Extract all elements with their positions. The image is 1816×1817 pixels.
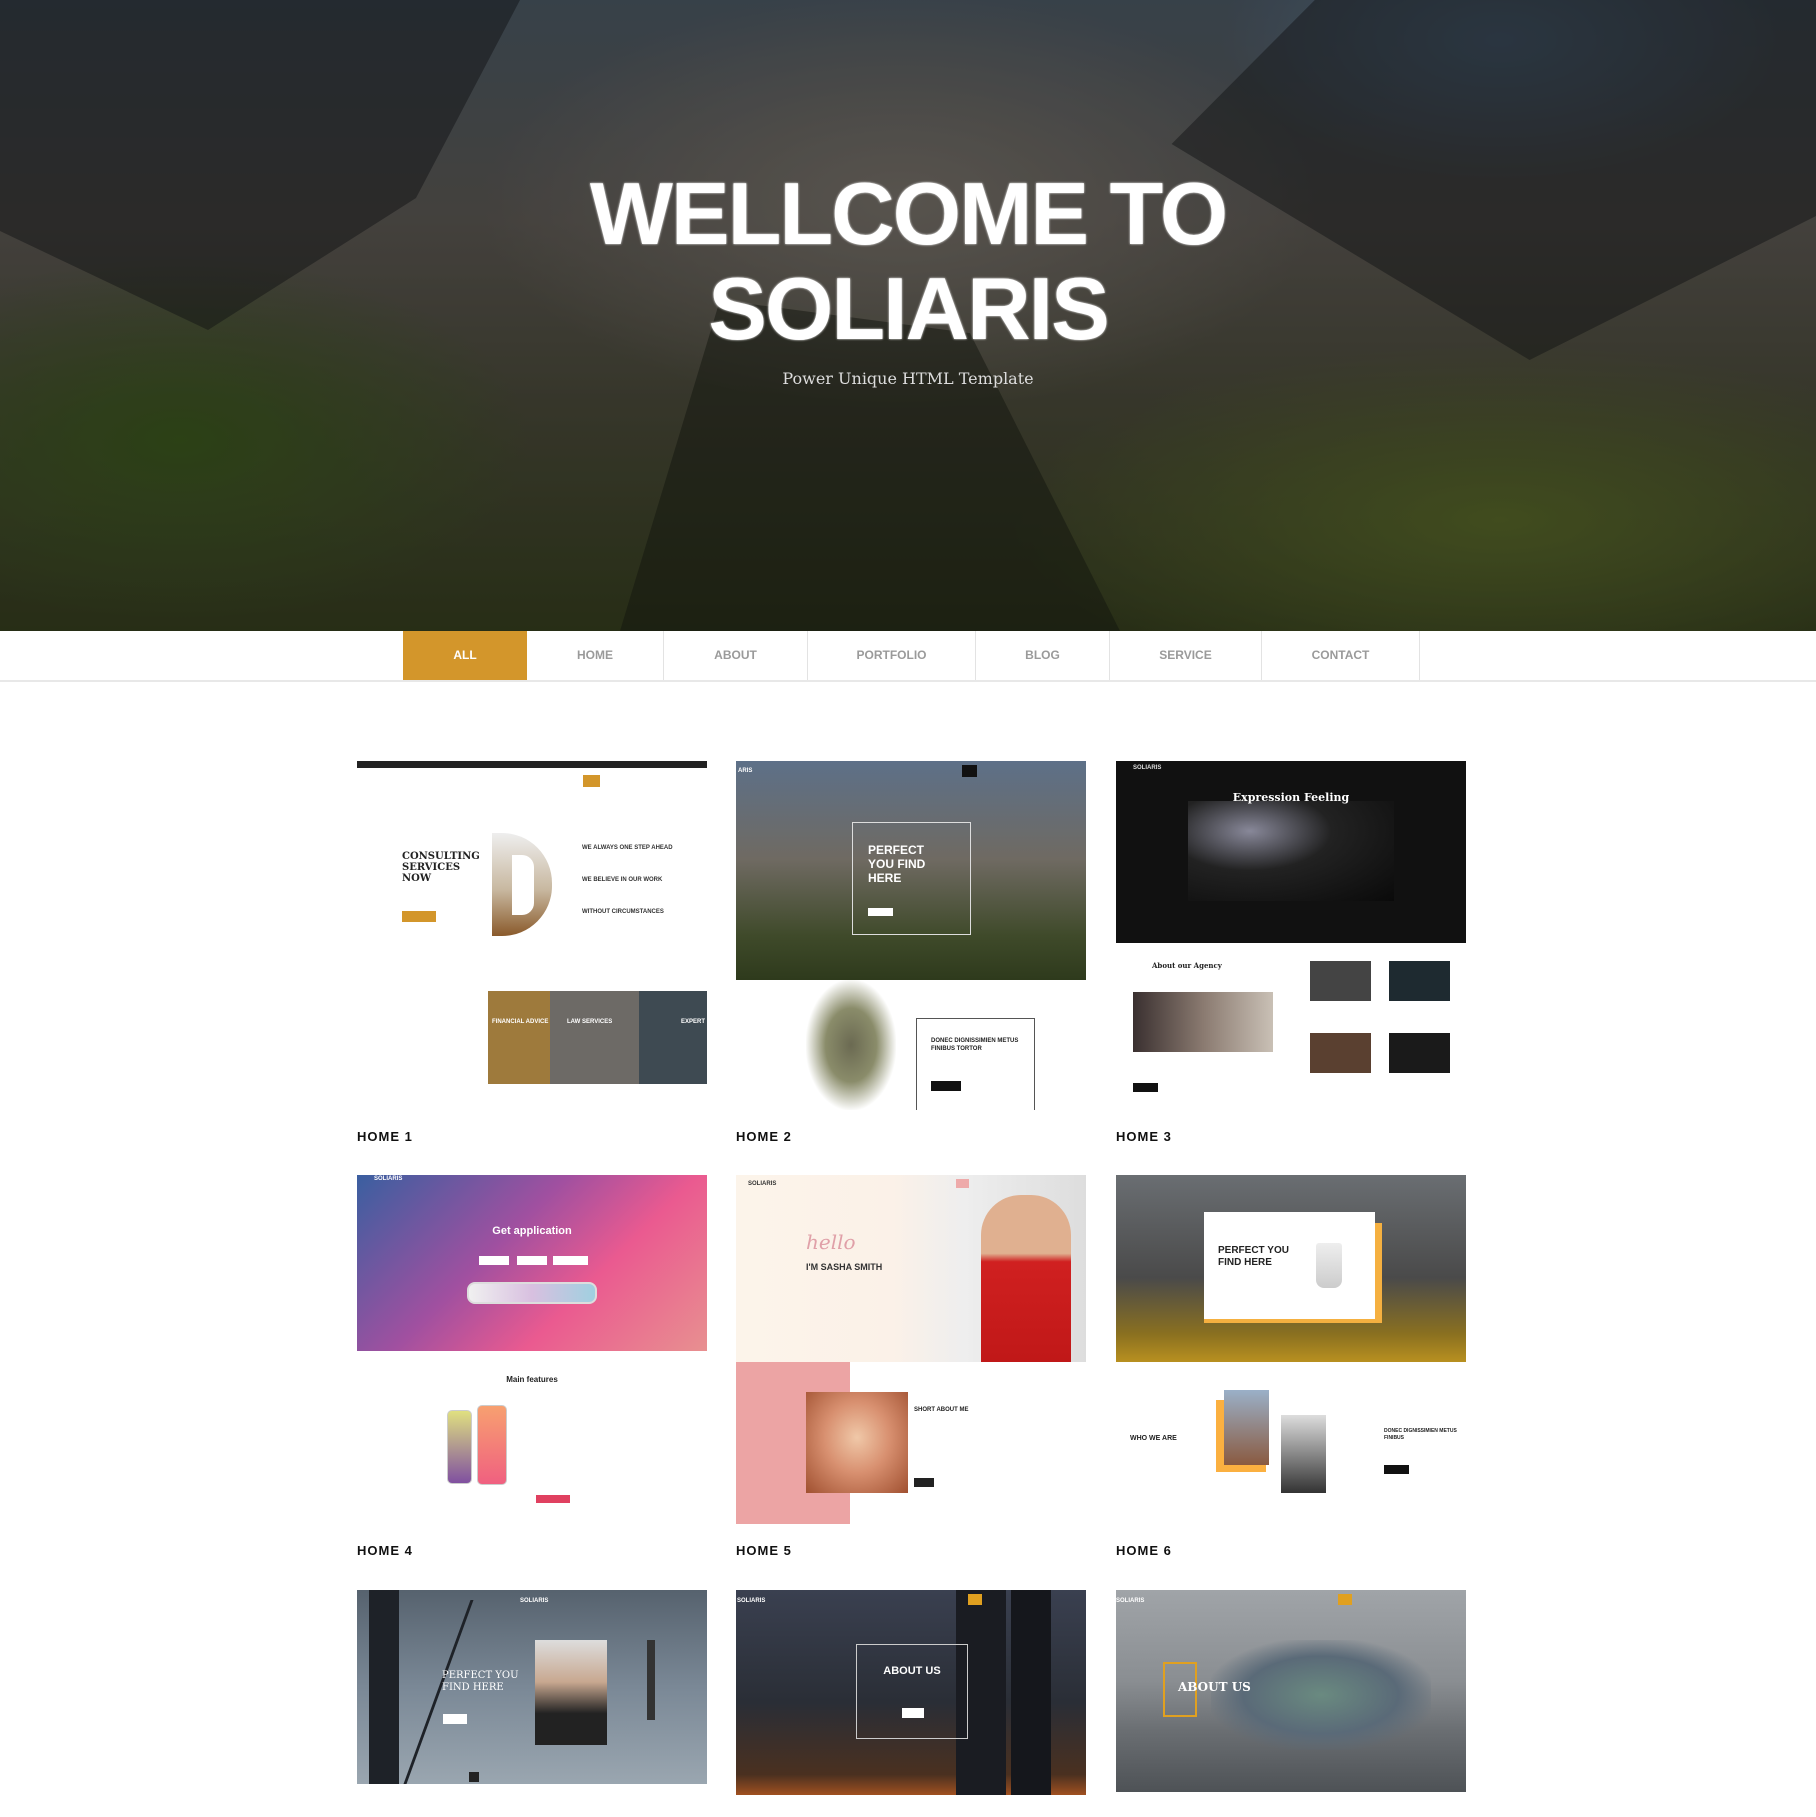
filter-service[interactable]: SERVICE — [1110, 631, 1262, 680]
thumb-heading: I'M SASHA SMITH — [806, 1262, 883, 1272]
thumb-brand: SOLIARIS — [374, 1176, 403, 1182]
thumb-feature: WITHOUT CIRCUMSTANCES — [582, 909, 664, 915]
thumb-subheading: WHO WE ARE — [1130, 1435, 1177, 1442]
hero-title-line2: SOLIARIS — [708, 259, 1110, 358]
thumb-brand: SOLIARIS — [520, 1598, 549, 1604]
demo-thumbnail[interactable]: SOLIARIS Expression Feeling About our Ag… — [1116, 761, 1466, 1110]
thumb-heading: ABOUT US — [883, 1665, 941, 1677]
demo-thumbnail[interactable]: SOLIARIS ABOUT US — [736, 1590, 1086, 1795]
demo-label[interactable]: HOME 1 — [357, 1129, 413, 1144]
demo-thumbnail[interactable]: SOLIARIS Get application Main features — [357, 1175, 707, 1524]
thumb-heading: Get application — [492, 1225, 572, 1237]
filter-all[interactable]: ALL — [403, 631, 527, 680]
thumb-subheading: SHORT ABOUT ME — [914, 1407, 969, 1413]
thumb-heading: CONSULTING SERVICES NOW — [402, 851, 480, 884]
hero-subtitle: Power Unique HTML Template — [782, 369, 1034, 388]
demo-thumbnail[interactable]: PERFECT YOU FIND HERE WHO WE ARE DONEC D… — [1116, 1175, 1466, 1524]
filter-home[interactable]: HOME — [527, 631, 664, 680]
thumb-panel-label: LAW SERVICES — [567, 1019, 613, 1025]
thumb-heading: ABOUT US — [1178, 1680, 1251, 1694]
thumb-heading: PERFECT YOU FIND HERE — [442, 1670, 519, 1693]
thumb-feature: WE BELIEVE IN OUR WORK — [582, 877, 663, 883]
filter-portfolio[interactable]: PORTFOLIO — [808, 631, 976, 680]
demo-label[interactable]: HOME 2 — [736, 1129, 792, 1144]
thumb-heading: PERFECT YOU FIND HERE — [868, 843, 926, 885]
demo-thumbnail[interactable]: SOLIARIS hello I'M SASHA SMITH SHORT ABO… — [736, 1175, 1086, 1524]
demo-label[interactable]: HOME 6 — [1116, 1543, 1172, 1558]
thumb-brand: SOLIARIS — [1116, 1598, 1145, 1604]
demo-thumbnail[interactable]: ARIS PERFECT YOU FIND HERE DONEC DIGNISS… — [736, 761, 1086, 1110]
thumb-brand: ARIS — [738, 768, 753, 774]
filter-blog[interactable]: BLOG — [976, 631, 1110, 680]
filter-nav: ALL HOME ABOUT PORTFOLIO BLOG SERVICE CO… — [0, 631, 1816, 682]
thumb-brand: SOLIARIS — [1133, 765, 1162, 771]
thumb-subheading: About our Agency — [1152, 961, 1222, 970]
thumb-subheading: DONEC DIGNISSIMIEN METUS FINIBUS TORTOR — [931, 1038, 1019, 1052]
filter-about[interactable]: ABOUT — [664, 631, 808, 680]
demo-thumbnail[interactable]: CONSULTING SERVICES NOW WE ALWAYS ONE ST… — [357, 761, 707, 1110]
thumb-heading: Expression Feeling — [1232, 791, 1350, 804]
thumb-panel-label: EXPERT — [681, 1019, 706, 1025]
demo-thumbnail[interactable]: SOLIARIS ABOUT US — [1116, 1590, 1466, 1792]
thumb-side-heading: DONEC DIGNISSIMIEN METUS FINIBUS — [1384, 1428, 1457, 1441]
thumb-heading: PERFECT YOU FIND HERE — [1218, 1245, 1289, 1268]
thumb-script: hello — [806, 1230, 856, 1254]
hero-title: WELLCOME TO SOLIARIS — [0, 166, 1816, 356]
filter-contact[interactable]: CONTACT — [1262, 631, 1420, 680]
thumb-brand: SOLIARIS — [737, 1598, 766, 1604]
demo-label[interactable]: HOME 3 — [1116, 1129, 1172, 1144]
demo-label[interactable]: HOME 4 — [357, 1543, 413, 1558]
demo-thumbnail[interactable]: SOLIARIS PERFECT YOU FIND HERE — [357, 1590, 707, 1784]
thumb-subheading: Main features — [506, 1375, 558, 1384]
thumb-feature: WE ALWAYS ONE STEP AHEAD — [582, 845, 673, 851]
hero-title-line1: WELLCOME TO — [589, 164, 1228, 263]
thumb-panel-label: FINANCIAL ADVICE — [492, 1019, 549, 1025]
demo-label[interactable]: HOME 5 — [736, 1543, 792, 1558]
hero-banner: WELLCOME TO SOLIARIS Power Unique HTML T… — [0, 0, 1816, 631]
thumb-brand: SOLIARIS — [748, 1181, 777, 1187]
